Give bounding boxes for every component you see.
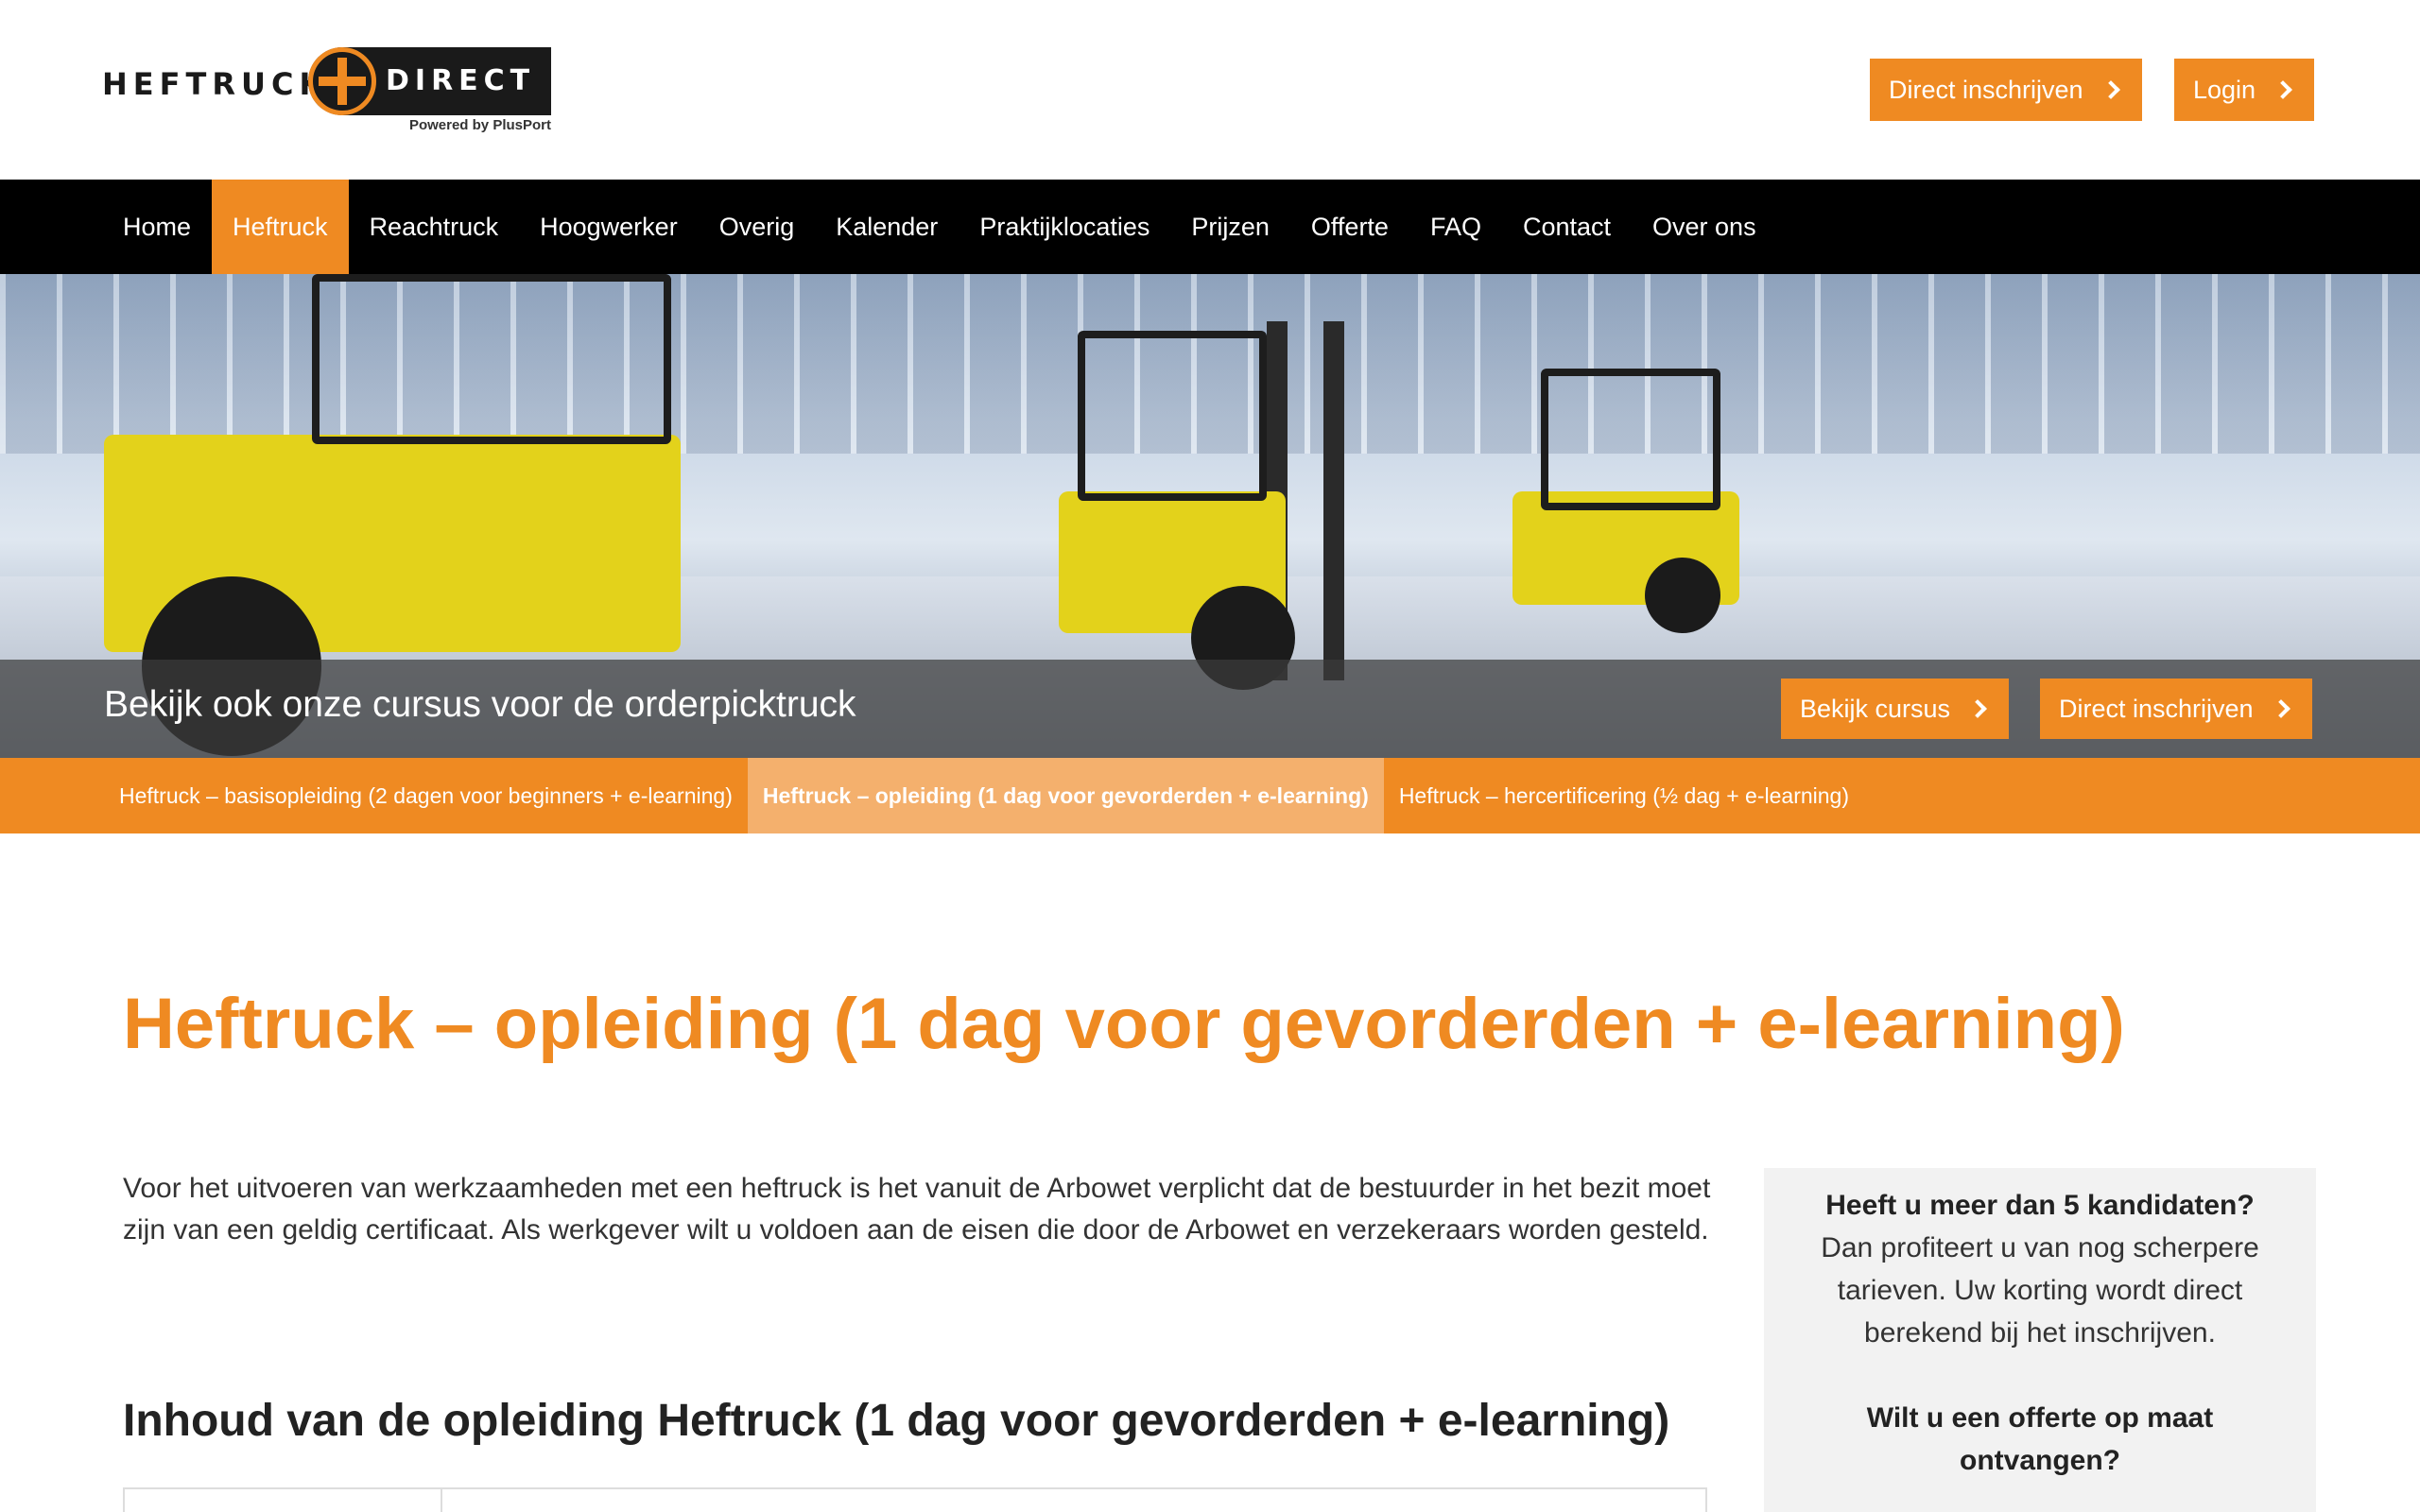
chevron-right-icon [2273,80,2292,99]
nav-item-heftruck[interactable]: Heftruck [212,180,349,274]
nav-item-offerte[interactable]: Offerte [1290,180,1409,274]
view-course-label: Bekijk cursus [1800,694,1951,723]
sidebox-discount-text: Dan profiteert u van nog scherpere tarie… [1821,1232,2259,1349]
chevron-right-icon [1968,699,1987,718]
view-course-button[interactable]: Bekijk cursus [1781,679,2010,739]
login-label: Login [2193,75,2256,104]
nav-item-faq[interactable]: FAQ [1409,180,1502,274]
chevron-right-icon [2271,699,2290,718]
subnav-item-hercertificering[interactable]: Heftruck – hercertificering (½ dag + e-l… [1384,758,1864,833]
header-signup-button[interactable]: Direct inschrijven [1870,59,2142,121]
subnav-item-basisopleiding[interactable]: Heftruck – basisopleiding (2 dagen voor … [104,758,748,833]
hero-signup-label: Direct inschrijven [2059,694,2254,723]
nav-item-hoogwerker[interactable]: Hoogwerker [519,180,699,274]
page-title: Heftruck – opleiding (1 dag voor gevorde… [123,984,2125,1064]
forklift-right-wheel [1645,558,1720,633]
powered-by-text: Powered by PlusPort [408,117,551,133]
login-button[interactable]: Login [2174,59,2315,121]
nav-item-praktijklocaties[interactable]: Praktijklocaties [959,180,1170,274]
nav-item-reachtruck[interactable]: Reachtruck [349,180,520,274]
hero-banner-text: Bekijk ook onze cursus voor de orderpick… [104,684,856,725]
subnav-item-opleiding-gevorderden[interactable]: Heftruck – opleiding (1 dag voor gevorde… [747,758,1384,833]
hero-warehouse-image: Bekijk ook onze cursus voor de orderpick… [0,274,2420,758]
logo-word-right: DIRECT [386,64,536,97]
logo-word-left: HEFTRUCK [102,66,329,102]
nav-item-over-ons[interactable]: Over ons [1632,180,1777,274]
forklift-left-cab [312,274,671,444]
discount-sidebox: Heeft u meer dan 5 kandidaten? Dan profi… [1764,1168,2316,1512]
nav-item-kalender[interactable]: Kalender [815,180,959,274]
main-navigation: Home Heftruck Reachtruck Hoogwerker Over… [0,180,2420,274]
sidebox-question-candidates: Heeft u meer dan 5 kandidaten? [1825,1190,2255,1221]
nav-item-prijzen[interactable]: Prijzen [1170,180,1290,274]
table-column-divider [441,1489,442,1512]
nav-item-contact[interactable]: Contact [1502,180,1632,274]
intro-paragraph: Voor het uitvoeren van werkzaamheden met… [123,1173,1711,1246]
sidebox-question-quote: Wilt u een offerte op maat ontvangen? [1866,1402,2214,1476]
nav-item-overig[interactable]: Overig [699,180,816,274]
forklift-center-mast-2 [1323,321,1344,680]
site-header: HEFTRUCK DIRECT Powered by PlusPort Dire… [0,0,2420,180]
plus-circle-icon [308,47,376,115]
heftruck-direct-logo[interactable]: HEFTRUCK DIRECT Powered by PlusPort [102,45,551,136]
nav-item-home[interactable]: Home [102,180,212,274]
forklift-center-cab [1078,331,1267,501]
forklift-right-cab [1541,369,1720,510]
course-subnavigation: Heftruck – basisopleiding (2 dagen voor … [0,758,2420,833]
section-title: Inhoud van de opleiding Heftruck (1 dag … [123,1396,1670,1446]
course-content-table [123,1487,1707,1512]
hero-signup-button[interactable]: Direct inschrijven [2040,679,2312,739]
chevron-right-icon [2100,80,2120,99]
header-signup-label: Direct inschrijven [1889,75,2083,104]
